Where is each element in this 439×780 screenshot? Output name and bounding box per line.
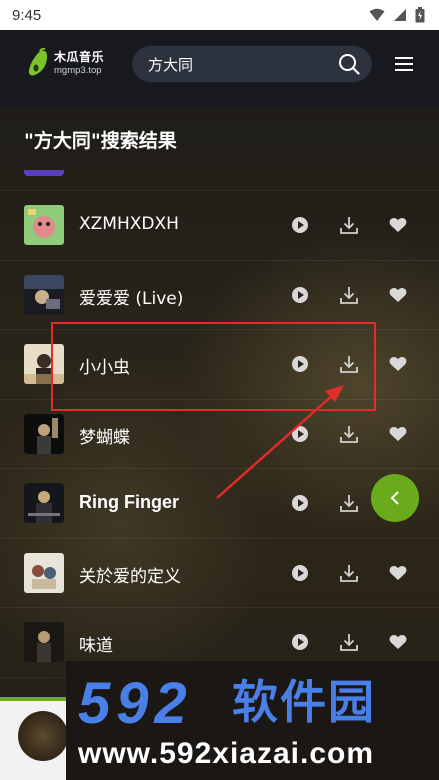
download-icon[interactable]	[339, 424, 359, 444]
heart-icon[interactable]	[388, 563, 408, 583]
app-header: 木瓜音乐 mgmp3.top	[0, 30, 439, 106]
partial-cover-above	[24, 170, 64, 176]
play-icon[interactable]	[290, 424, 310, 444]
app-logo[interactable]: 木瓜音乐 mgmp3.top	[26, 48, 104, 78]
heart-icon[interactable]	[388, 632, 408, 652]
status-bar: 9:45	[0, 0, 439, 30]
play-icon[interactable]	[290, 493, 310, 513]
search-box[interactable]	[132, 46, 372, 82]
song-title: 关於爱的定义	[79, 566, 181, 587]
download-icon[interactable]	[339, 632, 359, 652]
papaya-logo-icon	[28, 48, 48, 76]
download-icon[interactable]	[339, 493, 359, 513]
signal-icon	[394, 9, 406, 21]
album-cover	[24, 274, 64, 315]
watermark-brand: 软件园	[232, 675, 376, 729]
song-row[interactable]: 爱爱爱 (Live)	[0, 261, 439, 330]
logo-name: 木瓜音乐	[54, 49, 105, 64]
heart-icon[interactable]	[388, 424, 408, 444]
system-icons	[369, 7, 425, 23]
chevron-left-icon	[390, 491, 399, 505]
site-watermark: 592 软件园 www.592xiazai.com	[66, 661, 439, 780]
heart-icon[interactable]	[388, 354, 408, 374]
song-row[interactable]: XZMHXDXH	[0, 191, 439, 261]
logo-domain: mgmp3.top	[54, 64, 102, 76]
now-playing-disc[interactable]	[18, 711, 68, 761]
results-title: "方大同"搜索结果	[24, 130, 177, 152]
search-icon[interactable]	[338, 53, 360, 75]
download-icon[interactable]	[339, 563, 359, 583]
battery-icon	[415, 7, 425, 23]
download-icon[interactable]	[339, 215, 359, 235]
watermark-number: 592	[78, 671, 193, 736]
song-title: 爱爱爱 (Live)	[79, 288, 184, 309]
song-title: Ring Finger	[79, 492, 179, 512]
album-cover	[24, 413, 64, 454]
play-icon[interactable]	[290, 285, 310, 305]
song-list: XZMHXDXH 爱爱爱 (Live) 小小虫 梦蝴蝶 Ring Finger …	[0, 191, 439, 678]
heart-icon[interactable]	[388, 285, 408, 305]
back-button[interactable]	[371, 474, 419, 522]
album-cover	[24, 205, 64, 245]
song-title: XZMHXDXH	[79, 214, 179, 234]
play-icon[interactable]	[290, 215, 310, 235]
heart-icon[interactable]	[388, 215, 408, 235]
status-time: 9:45	[12, 6, 42, 24]
song-title: 梦蝴蝶	[79, 427, 130, 448]
menu-icon[interactable]	[395, 57, 413, 71]
song-title: 味道	[79, 636, 113, 656]
album-cover	[24, 552, 64, 593]
play-icon[interactable]	[290, 563, 310, 583]
download-icon[interactable]	[339, 285, 359, 305]
annotation-highlight-box	[51, 322, 376, 411]
play-icon[interactable]	[290, 632, 310, 652]
album-cover	[24, 622, 64, 662]
wifi-icon	[369, 8, 385, 21]
watermark-url: www.592xiazai.com	[78, 737, 375, 770]
album-cover	[24, 483, 64, 523]
song-row[interactable]: 关於爱的定义	[0, 539, 439, 608]
